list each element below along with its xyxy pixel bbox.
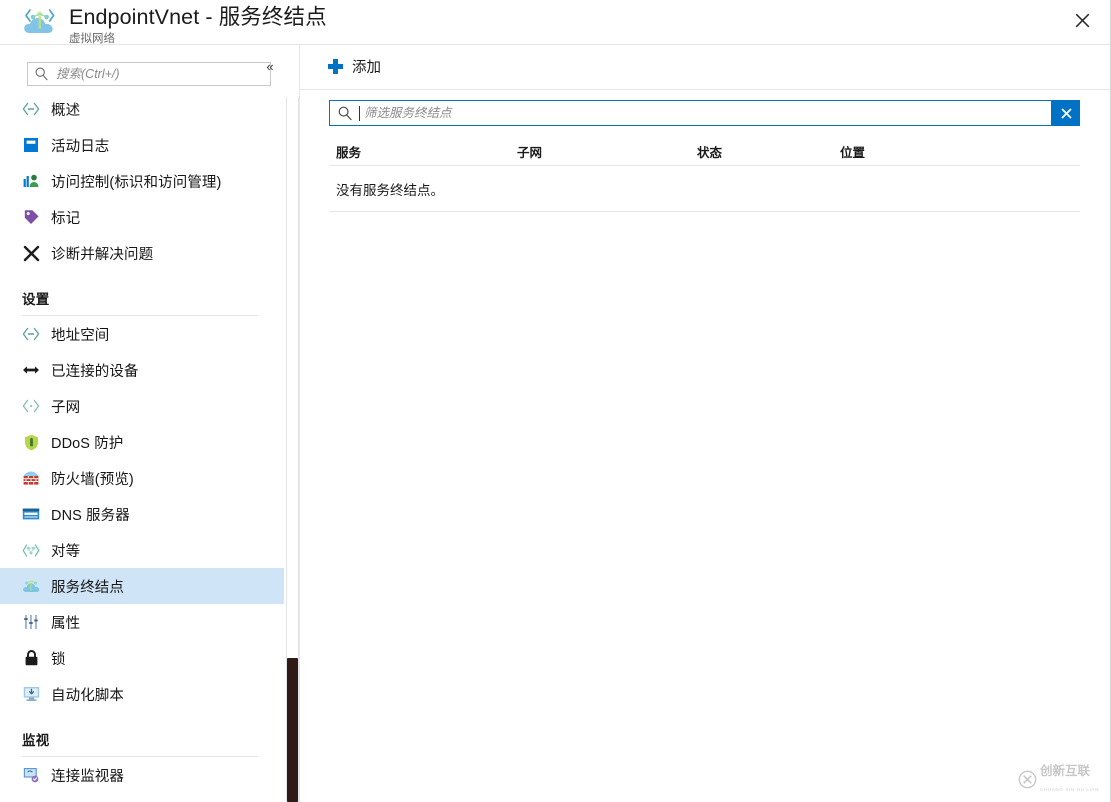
sidebar-item-9[interactable]: DDoS 防护 (0, 424, 284, 460)
sidebar-item-label: 访问控制(标识和访问管理) (51, 171, 221, 192)
sidebar-item-1[interactable]: 活动日志 (0, 127, 284, 163)
connection-monitor-icon (22, 766, 40, 784)
menu-search-box[interactable] (27, 62, 271, 86)
menu-group-label: 监视 (22, 729, 49, 756)
sidebar-item-10[interactable]: 防火墙(预览) (0, 460, 284, 496)
column-header-service: 服务 (336, 142, 361, 161)
close-button[interactable] (1061, 0, 1103, 40)
filter-input[interactable] (362, 101, 1047, 125)
tag-icon (22, 208, 40, 226)
sidebar-item-label: 对等 (51, 540, 80, 561)
menu-list: 概述活动日志访问控制(标识和访问管理) 标记诊断并解决问题设置地址空间已连接的设备… (0, 91, 284, 793)
watermark-logo-icon (1018, 770, 1037, 789)
sidebar-item-label: 子网 (51, 396, 80, 417)
text-caret (359, 106, 360, 121)
ddos-shield-icon (22, 433, 40, 451)
sidebar-item-14[interactable]: 属性 (0, 604, 284, 640)
command-toolbar: 添加 (300, 45, 1111, 89)
connected-devices-icon (22, 361, 40, 379)
properties-icon (22, 613, 40, 631)
sidebar-item-label: 已连接的设备 (51, 360, 139, 381)
column-header-location: 位置 (840, 142, 865, 161)
close-icon (1075, 13, 1090, 28)
close-icon (1061, 108, 1072, 119)
sidebar-item-8[interactable]: 子网 (0, 388, 284, 424)
watermark-en: CHUANG XIN HU LIAN (1040, 787, 1099, 792)
menu-search-wrapper (27, 62, 271, 86)
overview-icon (22, 100, 40, 118)
service-endpoint-icon (22, 577, 40, 595)
sidebar-item-13[interactable]: 服务终结点 (0, 568, 284, 604)
sidebar-item-label: DDoS 防护 (51, 432, 123, 453)
add-button[interactable]: 添加 (324, 53, 385, 79)
sidebar-item-label: 活动日志 (51, 135, 109, 156)
blade-header: EndpointVnet - 服务终结点 虚拟网络 (0, 0, 1111, 44)
sidebar-item-3[interactable]: 标记 (0, 199, 284, 235)
sidebar-item-7[interactable]: 已连接的设备 (0, 352, 284, 388)
address-space-icon (22, 325, 40, 343)
search-icon (338, 106, 352, 126)
chevron-double-left-icon: « (266, 60, 273, 73)
empty-message: 没有服务终结点。 (336, 179, 444, 199)
sidebar-item-label: 地址空间 (51, 324, 109, 345)
clear-filter-button[interactable] (1052, 100, 1080, 126)
sidebar-item-label: DNS 服务器 (51, 504, 130, 525)
table-empty-state: 没有服务终结点。 (329, 165, 1080, 211)
sidebar-item-15[interactable]: 锁 (0, 640, 284, 676)
sidebar-item-6[interactable]: 地址空间 (0, 316, 284, 352)
sidebar-item-2[interactable]: 访问控制(标识和访问管理) (0, 163, 284, 199)
toolbar-divider (300, 89, 1111, 90)
sidebar-item-label: 锁 (51, 648, 66, 669)
azure-portal-blade: EndpointVnet - 服务终结点 虚拟网络 « (0, 0, 1111, 802)
filter-row (329, 100, 1080, 126)
peering-icon (22, 541, 40, 559)
blade-title-block: EndpointVnet - 服务终结点 虚拟网络 (69, 0, 327, 46)
search-icon (35, 67, 48, 86)
watermark-text: 创新互联 CHUANG XIN HU LIAN (1040, 763, 1104, 795)
watermark: 创新互联 CHUANG XIN HU LIAN (1018, 766, 1104, 792)
sidebar-item-16[interactable]: 自动化脚本 (0, 676, 284, 712)
sidebar-item-label: 服务终结点 (51, 576, 124, 597)
sidebar-item-label: 连接监视器 (51, 765, 124, 786)
dns-server-icon (22, 505, 40, 523)
add-button-label: 添加 (352, 56, 381, 77)
column-header-subnet: 子网 (517, 142, 542, 161)
menu-group-17: 监视 (0, 712, 284, 756)
sidebar-item-label: 标记 (51, 207, 80, 228)
page-title: EndpointVnet - 服务终结点 (69, 4, 327, 30)
blade-content: 添加 服务 (300, 45, 1111, 802)
access-control-icon (22, 172, 40, 190)
virtual-network-icon (22, 6, 58, 38)
plus-icon (328, 59, 343, 74)
service-endpoints-table: 服务 子网 状态 位置 没有服务终结点。 (329, 135, 1080, 211)
sidebar-item-18[interactable]: 连接监视器 (0, 757, 284, 793)
diagnose-icon (22, 244, 40, 262)
sidebar-item-label: 属性 (51, 612, 80, 633)
sidebar-item-label: 概述 (51, 99, 80, 120)
sidebar-item-label: 自动化脚本 (51, 684, 124, 705)
automation-script-icon (22, 685, 40, 703)
collapse-menu-button[interactable]: « (261, 57, 279, 75)
watermark-cn: 创新互联 (1040, 764, 1090, 778)
sidebar-item-12[interactable]: 对等 (0, 532, 284, 568)
sidebar-item-label: 防火墙(预览) (51, 468, 134, 489)
menu-group-label: 设置 (22, 288, 49, 315)
firewall-icon (22, 469, 40, 487)
subnet-icon (22, 397, 40, 415)
menu-group-5: 设置 (0, 271, 284, 315)
sidebar-item-4[interactable]: 诊断并解决问题 (0, 235, 284, 271)
sidebar-item-0[interactable]: 概述 (0, 91, 284, 127)
menu-scrollbar-thumb[interactable] (287, 658, 298, 802)
lock-icon (22, 649, 40, 667)
blade-left-menu: « 概述活动日志访问控制(标识和访问管理) 标记诊断并解决问题设置地址空间已连接的… (0, 45, 284, 802)
table-header-row: 服务 子网 状态 位置 (329, 135, 1080, 165)
sidebar-item-label: 诊断并解决问题 (51, 243, 153, 264)
table-empty-divider (329, 211, 1080, 212)
filter-box[interactable] (329, 100, 1052, 126)
search-input[interactable] (54, 63, 266, 85)
column-header-status: 状态 (697, 142, 722, 161)
sidebar-item-11[interactable]: DNS 服务器 (0, 496, 284, 532)
activity-log-icon (22, 136, 40, 154)
